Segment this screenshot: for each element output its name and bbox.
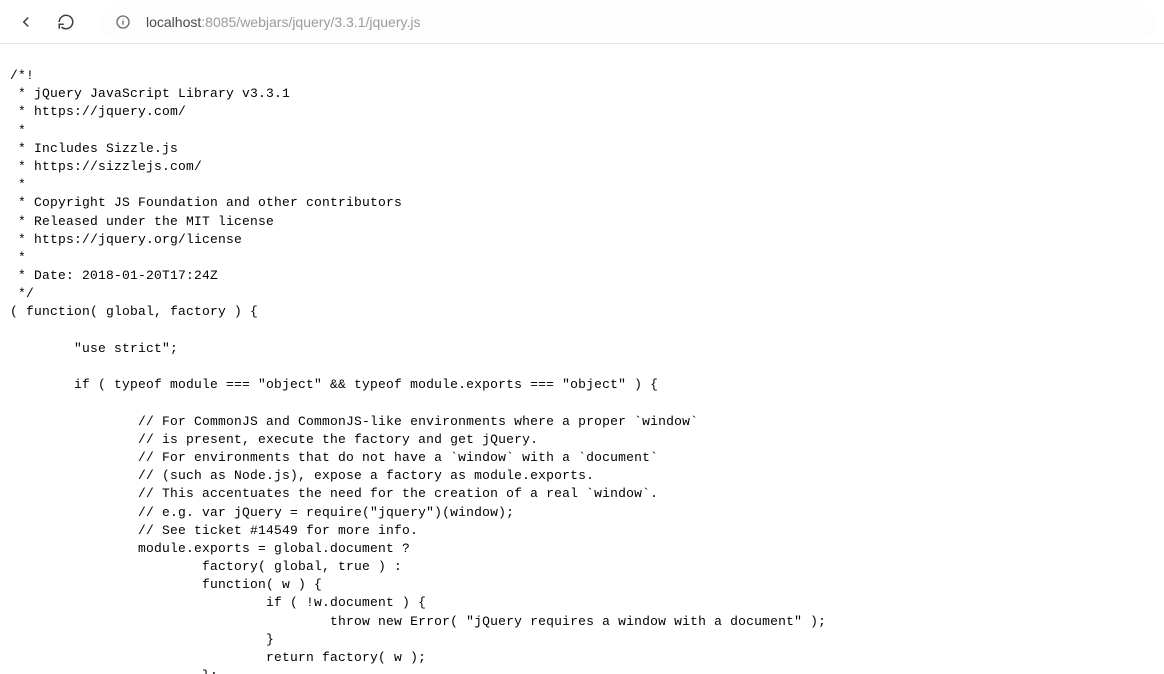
reload-button[interactable]: [48, 4, 84, 40]
url-path: :8085/webjars/jquery/3.3.1/jquery.js: [201, 14, 420, 30]
site-info-icon[interactable]: [114, 13, 132, 31]
back-button[interactable]: [8, 4, 44, 40]
browser-toolbar: localhost:8085/webjars/jquery/3.3.1/jque…: [0, 0, 1164, 44]
source-code: /*! * jQuery JavaScript Library v3.3.1 *…: [0, 57, 1164, 674]
url-host: localhost: [146, 14, 201, 30]
address-bar[interactable]: localhost:8085/webjars/jquery/3.3.1/jque…: [100, 6, 1156, 38]
url-text: localhost:8085/webjars/jquery/3.3.1/jque…: [146, 14, 420, 30]
